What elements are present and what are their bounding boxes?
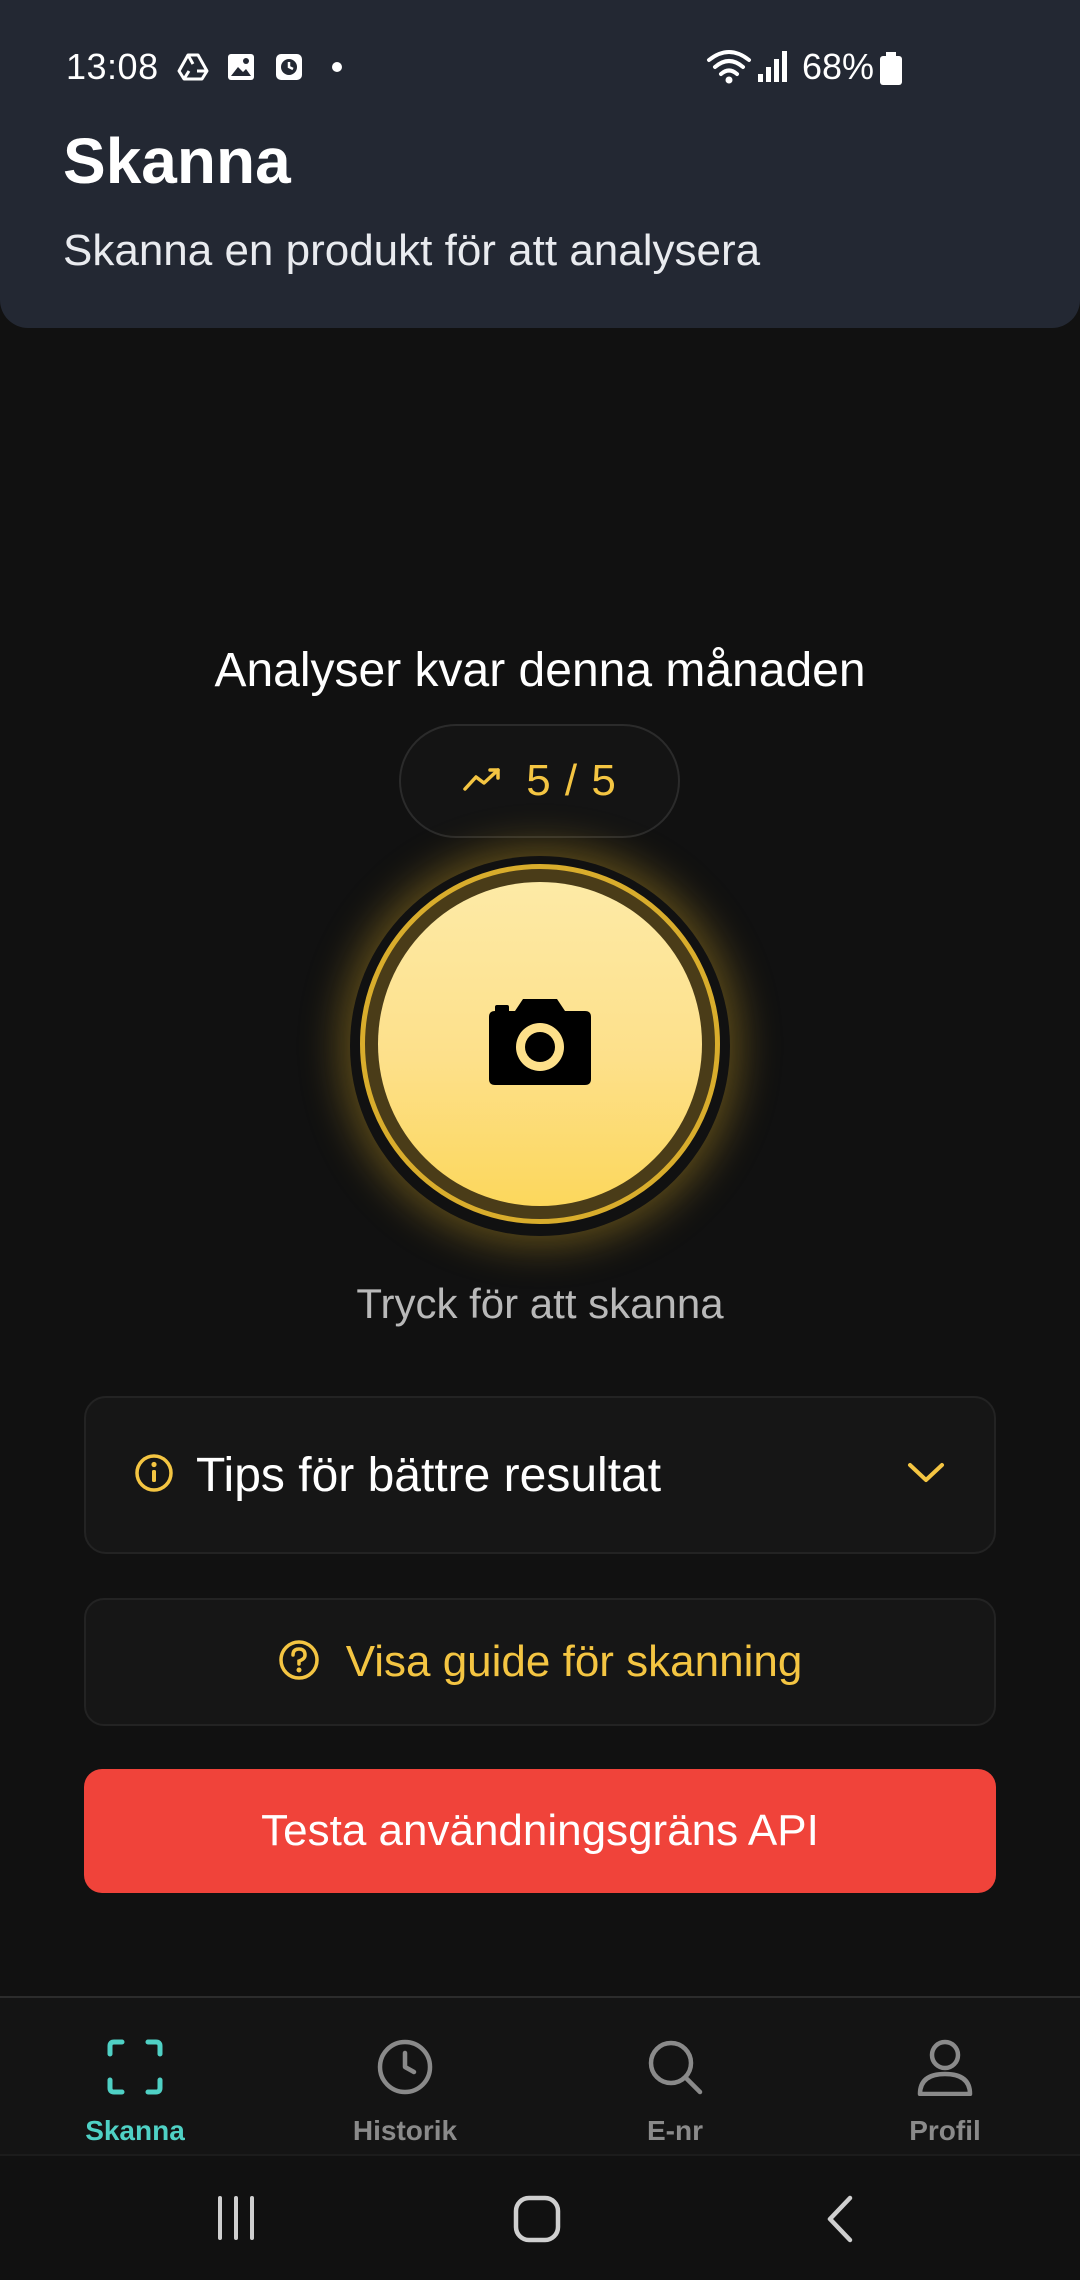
scan-button[interactable] (378, 882, 702, 1206)
battery-icon (878, 52, 904, 91)
clock-icon (376, 2038, 434, 2101)
system-nav-bar (0, 2154, 1080, 2280)
nav-item-profil[interactable]: Profil (810, 1998, 1080, 2154)
info-icon (134, 1453, 174, 1498)
trending-up-icon (462, 765, 504, 798)
usage-counter-value: 5 / 5 (526, 756, 617, 805)
show-guide-label: Visa guide för skanning (345, 1637, 803, 1686)
user-icon (916, 2038, 974, 2101)
nav-label-historik: Historik (352, 2115, 458, 2146)
notification-icons (176, 50, 342, 84)
drive-icon (176, 50, 210, 84)
gallery-icon (224, 50, 258, 84)
tips-accordion[interactable]: Tips för bättre resultat (84, 1396, 996, 1554)
recent-apps-icon[interactable] (212, 2194, 260, 2247)
tips-label: Tips för bättre resultat (196, 1448, 662, 1502)
nav-item-skanna[interactable]: Skanna (0, 1998, 270, 2154)
page-subtitle: Skanna en produkt för att analysera (63, 226, 761, 275)
status-time: 13:08 (66, 46, 159, 87)
clock-app-icon (272, 50, 306, 84)
test-usage-limit-api-button[interactable]: Testa användningsgräns API (84, 1769, 996, 1893)
search-icon (646, 2038, 704, 2101)
usage-counter-badge: 5 / 5 (399, 724, 680, 838)
more-notifications-dot (332, 62, 342, 72)
show-guide-button[interactable]: Visa guide för skanning (84, 1598, 996, 1726)
wifi-icon (706, 48, 752, 89)
nav-item-historik[interactable]: Historik (270, 1998, 540, 2154)
nav-label-skanna: Skanna (85, 2115, 185, 2146)
page-title: Skanna (63, 125, 291, 197)
header: 13:08 68% Skanna Skanna en produkt för a… (0, 0, 1080, 328)
home-icon[interactable] (512, 2194, 562, 2249)
signal-icon (756, 48, 790, 89)
status-bar: 13:08 68% (0, 0, 1080, 135)
nav-label-profil: Profil (909, 2115, 981, 2146)
nav-label-e-nr: E-nr (647, 2115, 703, 2146)
back-icon[interactable] (822, 2194, 858, 2249)
bottom-nav: Skanna Historik E-nr Profil (0, 1996, 1080, 2154)
nav-item-e-nr[interactable]: E-nr (540, 1998, 810, 2154)
scan-icon (106, 2038, 164, 2101)
scan-hint: Tryck för att skanna (356, 1280, 724, 1327)
battery-percentage: 68% (802, 46, 875, 87)
camera-icon (483, 997, 597, 1092)
chevron-down-icon[interactable] (906, 1460, 946, 1491)
app-screen: 13:08 68% Skanna Skanna en produkt för a… (0, 0, 1080, 2280)
remaining-analyses-label: Analyser kvar denna månaden (214, 644, 866, 697)
help-circle-icon (278, 1639, 320, 1686)
